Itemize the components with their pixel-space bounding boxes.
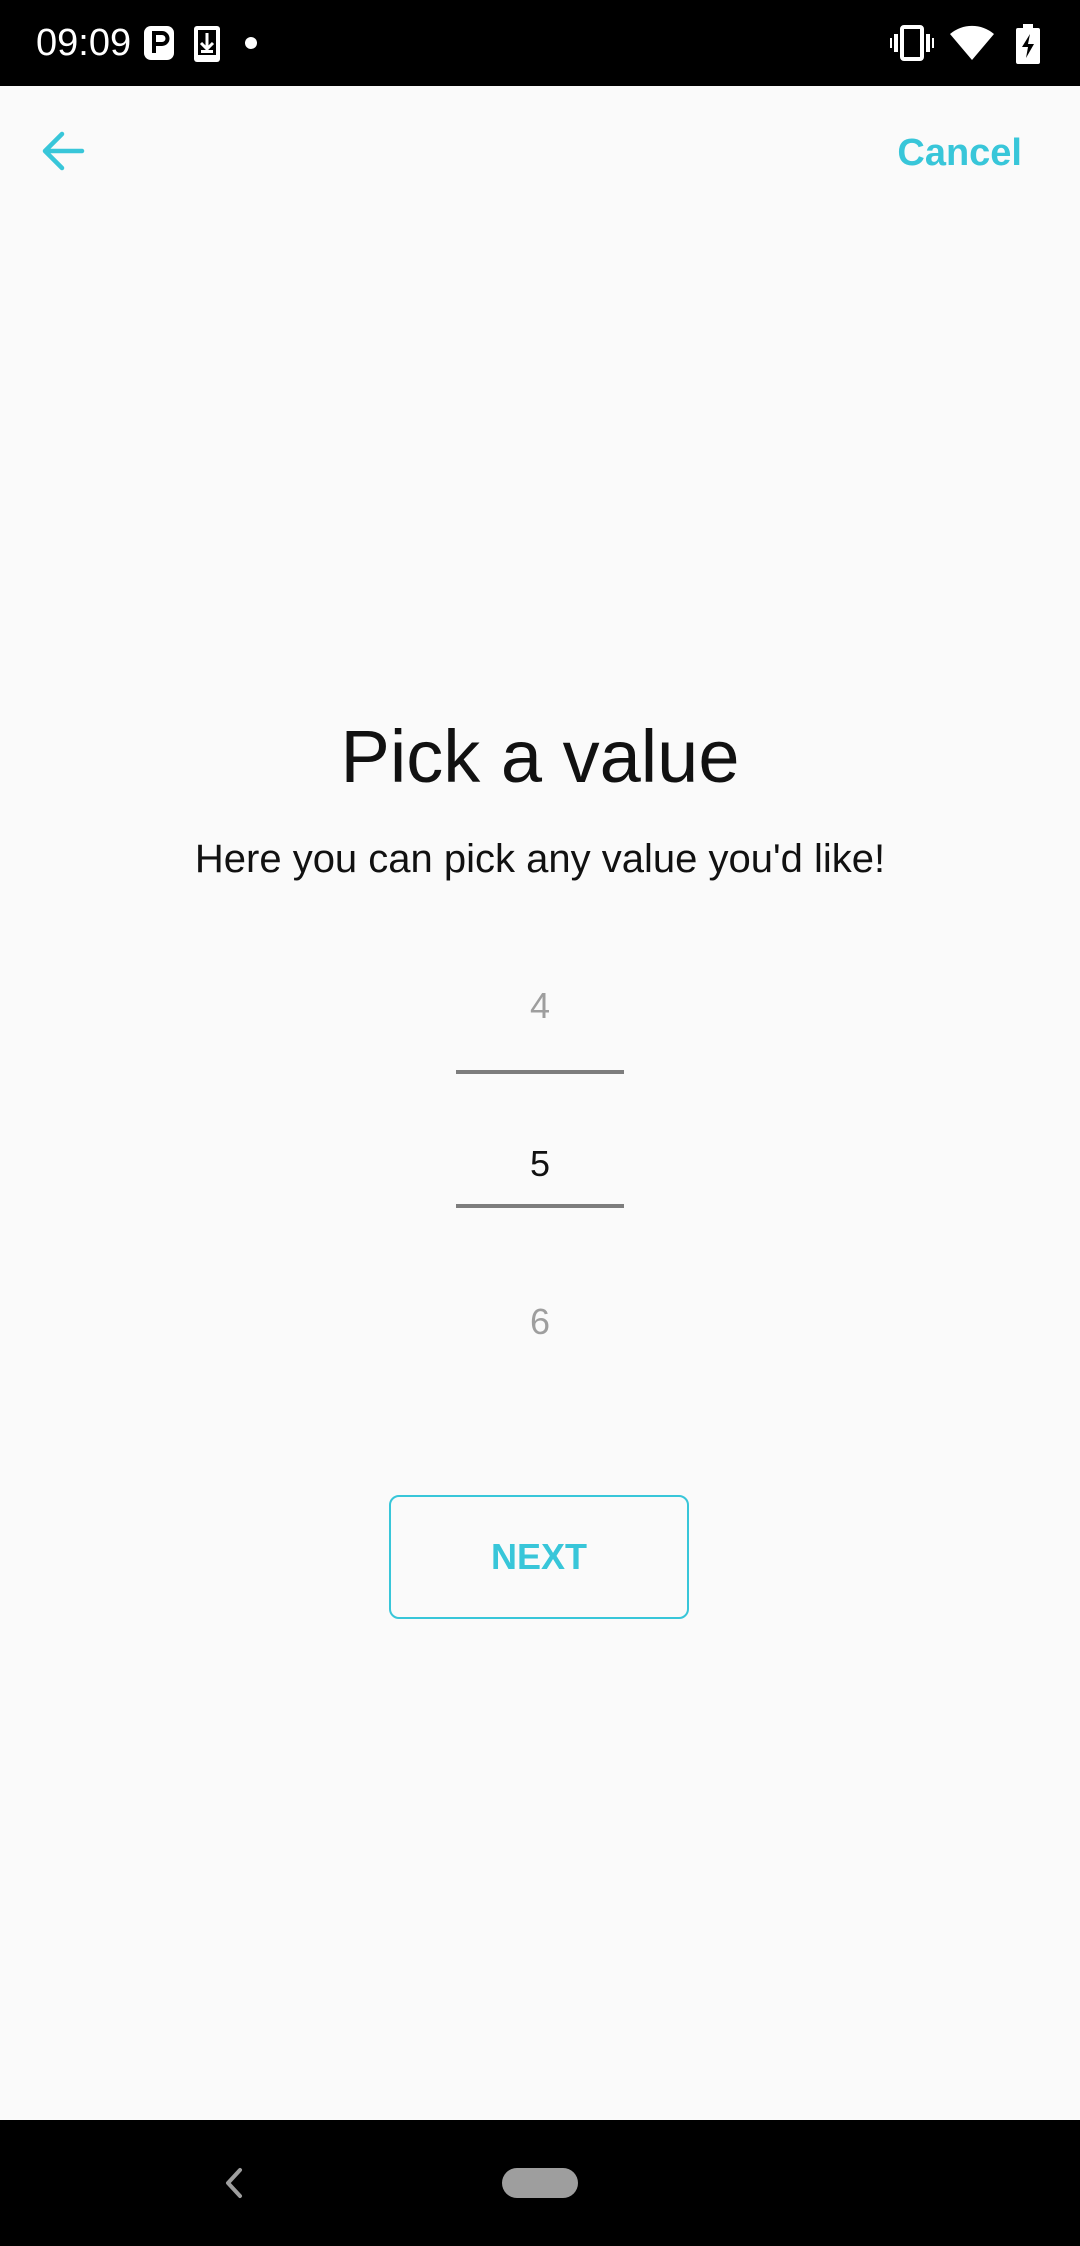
- page-title: Pick a value: [340, 715, 740, 798]
- battery-charging-icon: [1016, 24, 1040, 64]
- number-picker[interactable]: 4 5 6: [440, 940, 640, 1342]
- picker-previous-value[interactable]: 4: [440, 984, 640, 1028]
- page-subtitle: Here you can pick any value you'd like!: [194, 837, 886, 881]
- wifi-icon: [950, 25, 994, 60]
- vibrate-icon: [890, 25, 934, 61]
- parking-icon: [144, 26, 174, 60]
- navigation-bar: [0, 2120, 1080, 2246]
- nav-back-icon[interactable]: [214, 2160, 254, 2206]
- arrow-left-icon: [42, 131, 85, 171]
- cancel-button[interactable]: Cancel: [897, 128, 1022, 178]
- nav-home-pill-icon[interactable]: [502, 2168, 578, 2198]
- download-icon: [194, 26, 220, 62]
- picker-next-value[interactable]: 6: [440, 1300, 640, 1344]
- status-time: 09:09: [36, 22, 132, 64]
- screen: 09:09 Cancel Pick a value Here you can p…: [0, 0, 1080, 2246]
- picker-divider-bottom: [456, 1204, 624, 1208]
- picker-selected-value[interactable]: 5: [440, 1142, 640, 1186]
- dot-icon: [245, 37, 257, 49]
- back-button[interactable]: [30, 118, 96, 184]
- picker-divider-top: [456, 1070, 624, 1074]
- status-bar: 09:09: [0, 0, 1080, 86]
- next-button[interactable]: NEXT: [389, 1495, 689, 1619]
